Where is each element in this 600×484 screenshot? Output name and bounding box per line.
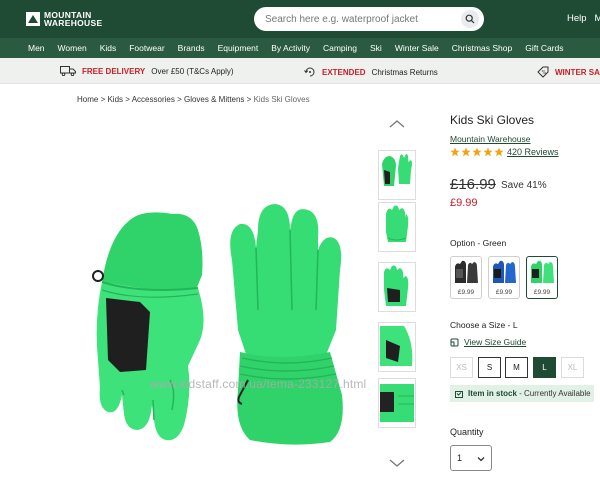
star-rating[interactable] xyxy=(450,147,504,157)
swatch-black-image xyxy=(455,260,478,283)
quantity-label: Quantity xyxy=(450,427,484,437)
promo-sale[interactable]: % WINTER SAL xyxy=(537,66,600,78)
search-input[interactable] xyxy=(265,13,455,25)
svg-text:%: % xyxy=(542,70,547,76)
returns-icon xyxy=(304,67,315,77)
option-label: Option - Green xyxy=(450,238,507,248)
breadcrumb-home[interactable]: Home xyxy=(77,95,98,104)
thumbnail-5[interactable] xyxy=(378,378,416,428)
main-nav: Men Women Kids Footwear Brands Equipment… xyxy=(0,38,600,58)
ruler-icon xyxy=(450,338,459,346)
thumbnail-up-arrow-icon[interactable] xyxy=(388,119,406,129)
swatch-price: £9.99 xyxy=(533,289,551,296)
promo-delivery-text: Over £50 (T&Cs Apply) xyxy=(151,66,234,76)
stock-status-bold: Item in stock xyxy=(468,389,517,398)
quantity-select[interactable]: 1 xyxy=(450,445,492,471)
swatch-black[interactable]: £9.99 xyxy=(450,256,482,299)
breadcrumb-kids[interactable]: Kids xyxy=(107,95,123,104)
mountain-logo-icon xyxy=(26,12,40,26)
breadcrumb-sep: > xyxy=(123,95,132,104)
swatch-blue[interactable]: £9.99 xyxy=(488,256,520,299)
size-label: Choose a Size - L xyxy=(450,320,518,330)
star-icon xyxy=(472,147,482,157)
nav-item-footwear[interactable]: Footwear xyxy=(129,43,164,53)
size-xl-button[interactable]: XL xyxy=(561,357,584,378)
nav-item-winter-sale[interactable]: Winter Sale xyxy=(395,43,439,53)
delivery-truck-icon xyxy=(60,66,76,76)
breadcrumb-accessories[interactable]: Accessories xyxy=(132,95,175,104)
swatch-price: £9.99 xyxy=(457,289,475,296)
help-link[interactable]: Help xyxy=(567,13,587,24)
nav-item-christmas-shop[interactable]: Christmas Shop xyxy=(452,43,512,53)
size-xs-button[interactable]: XS xyxy=(450,357,473,378)
swatch-blue-image xyxy=(493,260,516,283)
quantity-value: 1 xyxy=(457,453,463,463)
size-l-button[interactable]: L xyxy=(533,357,556,378)
breadcrumb-gloves[interactable]: Gloves & Mittens xyxy=(184,95,244,104)
breadcrumb-sep: > xyxy=(174,95,184,104)
nav-item-men[interactable]: Men xyxy=(28,43,45,53)
search-button[interactable] xyxy=(461,10,479,28)
product-brand-link[interactable]: Mountain Warehouse xyxy=(450,134,530,144)
header-links: Help My xyxy=(567,13,600,24)
brand-logo[interactable]: MOUNTAIN WAREHOUSE xyxy=(26,11,102,27)
percent-tag-icon: % xyxy=(537,66,549,78)
star-icon xyxy=(494,147,504,157)
promo-sale-highlight: WINTER SAL xyxy=(555,67,600,77)
size-guide-text: View Size Guide xyxy=(464,337,527,347)
thumbnail-2[interactable] xyxy=(378,202,416,252)
nav-item-camping[interactable]: Camping xyxy=(323,43,357,53)
product-main-image[interactable] xyxy=(80,190,355,450)
thumbnail-4[interactable] xyxy=(378,322,416,372)
stock-status-badge: Item in stock - Currently Available xyxy=(450,385,594,402)
search-icon xyxy=(465,14,475,24)
chevron-down-icon xyxy=(477,457,485,462)
nav-item-gift-cards[interactable]: Gift Cards xyxy=(525,43,563,53)
logo-line2: WAREHOUSE xyxy=(44,18,103,28)
stock-status-text: - Currently Available xyxy=(516,389,591,398)
promo-returns-highlight: EXTENDED xyxy=(322,67,366,77)
nav-item-brands[interactable]: Brands xyxy=(178,43,205,53)
thumbnail-down-arrow-icon[interactable] xyxy=(388,458,406,468)
promo-returns-text: Christmas Returns xyxy=(371,67,438,77)
nav-item-equipment[interactable]: Equipment xyxy=(218,43,259,53)
promo-returns[interactable]: EXTENDED Christmas Returns xyxy=(304,66,438,78)
promo-strip: FREE DELIVERY Over £50 (T&Cs Apply) EXTE… xyxy=(0,58,600,84)
nav-item-ski[interactable]: Ski xyxy=(370,43,382,53)
breadcrumb: Home > Kids > Accessories > Gloves & Mit… xyxy=(77,95,310,104)
current-price: £9.99 xyxy=(450,197,478,209)
size-m-button[interactable]: M xyxy=(505,357,528,378)
right-glove-image xyxy=(230,204,343,445)
thumbnail-1[interactable] xyxy=(378,150,416,200)
save-percentage: Save 41% xyxy=(501,180,547,191)
nav-item-by-activity[interactable]: By Activity xyxy=(271,43,310,53)
promo-delivery[interactable]: FREE DELIVERY Over £50 (T&Cs Apply) xyxy=(60,66,234,76)
old-price: £16.99 xyxy=(450,176,496,193)
stock-icon xyxy=(455,390,463,398)
breadcrumb-sep: > xyxy=(244,95,254,104)
promo-delivery-highlight: FREE DELIVERY xyxy=(82,66,146,76)
size-s-button[interactable]: S xyxy=(478,357,501,378)
swatch-green-image xyxy=(531,260,554,283)
search-bar[interactable] xyxy=(254,7,484,31)
top-header: MOUNTAIN WAREHOUSE Help My xyxy=(0,0,600,38)
product-title: Kids Ski Gloves xyxy=(450,113,535,127)
reviews-link[interactable]: 420 Reviews xyxy=(507,147,559,157)
star-icon xyxy=(450,147,460,157)
thumbnail-3[interactable] xyxy=(378,262,416,312)
nav-item-women[interactable]: Women xyxy=(58,43,87,53)
star-icon xyxy=(461,147,471,157)
star-icon xyxy=(483,147,493,157)
watermark-text: www.kidstaff.com.ua/tema-233127.html xyxy=(150,377,367,391)
size-guide-link[interactable]: View Size Guide xyxy=(450,337,526,347)
breadcrumb-current: Kids Ski Gloves xyxy=(253,95,310,104)
swatch-price: £9.99 xyxy=(495,289,513,296)
left-glove-image xyxy=(92,212,204,441)
nav-item-kids[interactable]: Kids xyxy=(100,43,117,53)
my-account-link[interactable]: My xyxy=(595,13,600,24)
swatch-green[interactable]: £9.99 xyxy=(526,256,558,299)
